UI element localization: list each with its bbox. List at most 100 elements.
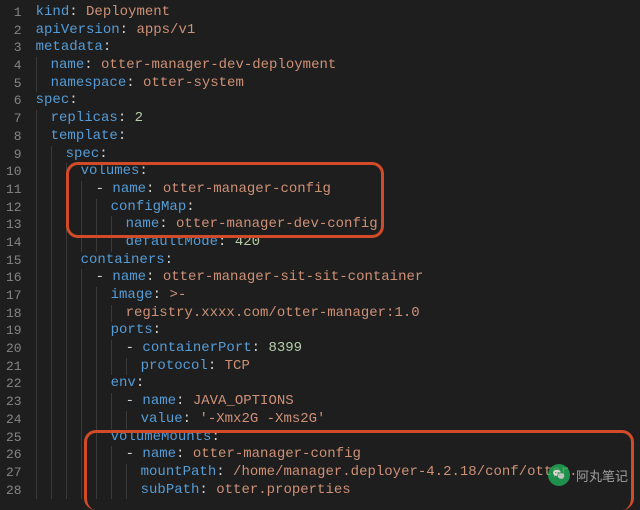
code-token: metadata [36, 39, 103, 55]
code-token: - [96, 181, 113, 197]
code-token: apps/v1 [136, 22, 195, 38]
code-token: env [111, 375, 136, 391]
code-token: otter-manager-config [163, 181, 331, 197]
code-token: spec [36, 92, 70, 108]
code-token: defaultMode [126, 234, 218, 250]
code-line[interactable]: defaultMode: 420 [32, 234, 640, 252]
line-number: 9 [6, 146, 22, 164]
code-token: : [186, 199, 194, 215]
code-line[interactable]: - containerPort: 8399 [32, 340, 640, 358]
code-token: containers [81, 252, 165, 268]
code-line[interactable]: namespace: otter-system [32, 75, 640, 93]
code-line[interactable]: - name: JAVA_OPTIONS [32, 393, 640, 411]
code-token: kind [36, 4, 70, 20]
code-line[interactable]: - name: otter-manager-config [32, 446, 640, 464]
code-line[interactable]: configMap: [32, 199, 640, 217]
code-token: registry.xxxx.com/otter-manager:1.0 [126, 305, 420, 321]
code-token: : [146, 269, 163, 285]
code-token: : [252, 340, 269, 356]
code-line[interactable]: template: [32, 128, 640, 146]
code-line[interactable]: registry.xxxx.com/otter-manager:1.0 [32, 305, 640, 323]
code-token: : [118, 110, 135, 126]
code-line[interactable]: protocol: TCP [32, 358, 640, 376]
line-number: 27 [6, 464, 22, 482]
code-token: : [99, 146, 107, 162]
code-line[interactable]: subPath: otter.properties [32, 482, 640, 500]
code-token: name [51, 57, 85, 73]
code-line[interactable]: name: otter-manager-dev-config [32, 216, 640, 234]
code-token: : [159, 216, 176, 232]
code-token: >- [169, 287, 186, 303]
line-number: 2 [6, 22, 22, 40]
code-line[interactable]: volumes: [32, 163, 640, 181]
code-line[interactable]: - name: otter-manager-config [32, 181, 640, 199]
code-token: template [51, 128, 118, 144]
code-token: otter-manager-dev-config [176, 216, 378, 232]
code-token: name [112, 181, 146, 197]
code-token: - [126, 446, 143, 462]
code-token: name [112, 269, 146, 285]
code-line[interactable]: - name: otter-manager-sit-sit-container [32, 269, 640, 287]
code-token: name [142, 393, 176, 409]
line-number: 1 [6, 4, 22, 22]
code-token: : [153, 287, 170, 303]
code-token: : [208, 358, 225, 374]
line-number: 6 [6, 92, 22, 110]
code-token: : [199, 482, 216, 498]
code-line[interactable]: name: otter-manager-dev-deployment [32, 57, 640, 75]
code-line[interactable]: metadata: [32, 39, 640, 57]
line-number: 15 [6, 252, 22, 270]
code-token: : [139, 163, 147, 179]
line-number: 13 [6, 216, 22, 234]
line-number: 7 [6, 110, 22, 128]
code-line[interactable]: mountPath: /home/manager.deployer-4.2.18… [32, 464, 640, 482]
code-token: name [126, 216, 160, 232]
code-token: /home/manager.deployer-4.2.18/conf/otter… [233, 464, 577, 480]
code-token: name [142, 446, 176, 462]
line-number: 28 [6, 482, 22, 500]
code-token: mountPath [141, 464, 217, 480]
code-editor[interactable]: 1234567891011121314151617181920212223242… [0, 0, 640, 502]
line-number-gutter: 1234567891011121314151617181920212223242… [0, 0, 32, 502]
code-token: : [183, 411, 200, 427]
code-token: 2 [135, 110, 143, 126]
code-token: Deployment [86, 4, 170, 20]
code-token: : [126, 75, 143, 91]
code-token: otter-manager-config [193, 446, 361, 462]
code-token: spec [66, 146, 100, 162]
line-number: 25 [6, 429, 22, 447]
code-line[interactable]: containers: [32, 252, 640, 270]
code-token: : [211, 429, 219, 445]
code-token: otter-manager-dev-deployment [101, 57, 336, 73]
code-line[interactable]: ports: [32, 322, 640, 340]
code-line[interactable]: apiVersion: apps/v1 [32, 22, 640, 40]
line-number: 21 [6, 358, 22, 376]
line-number: 23 [6, 393, 22, 411]
code-line[interactable]: value: '-Xmx2G -Xms2G' [32, 411, 640, 429]
code-line[interactable]: image: >- [32, 287, 640, 305]
code-token: : [165, 252, 173, 268]
code-line[interactable]: kind: Deployment [32, 4, 640, 22]
code-token: '-Xmx2G -Xms2G' [199, 411, 325, 427]
code-token: namespace [51, 75, 127, 91]
line-number: 20 [6, 340, 22, 358]
code-token: : [118, 128, 126, 144]
code-token: ports [111, 322, 153, 338]
line-number: 12 [6, 199, 22, 217]
line-number: 16 [6, 269, 22, 287]
code-token: : [103, 39, 111, 55]
code-token: - [126, 393, 143, 409]
code-token: : [84, 57, 101, 73]
code-line[interactable]: spec: [32, 92, 640, 110]
code-token: 420 [235, 234, 260, 250]
code-token: subPath [141, 482, 200, 498]
code-area[interactable]: kind: DeploymentapiVersion: apps/v1metad… [32, 0, 640, 502]
code-token: JAVA_OPTIONS [193, 393, 294, 409]
line-number: 8 [6, 128, 22, 146]
code-line[interactable]: env: [32, 375, 640, 393]
code-token: : [216, 464, 233, 480]
code-token: : [153, 322, 161, 338]
code-line[interactable]: spec: [32, 146, 640, 164]
code-line[interactable]: replicas: 2 [32, 110, 640, 128]
code-line[interactable]: volumeMounts: [32, 429, 640, 447]
